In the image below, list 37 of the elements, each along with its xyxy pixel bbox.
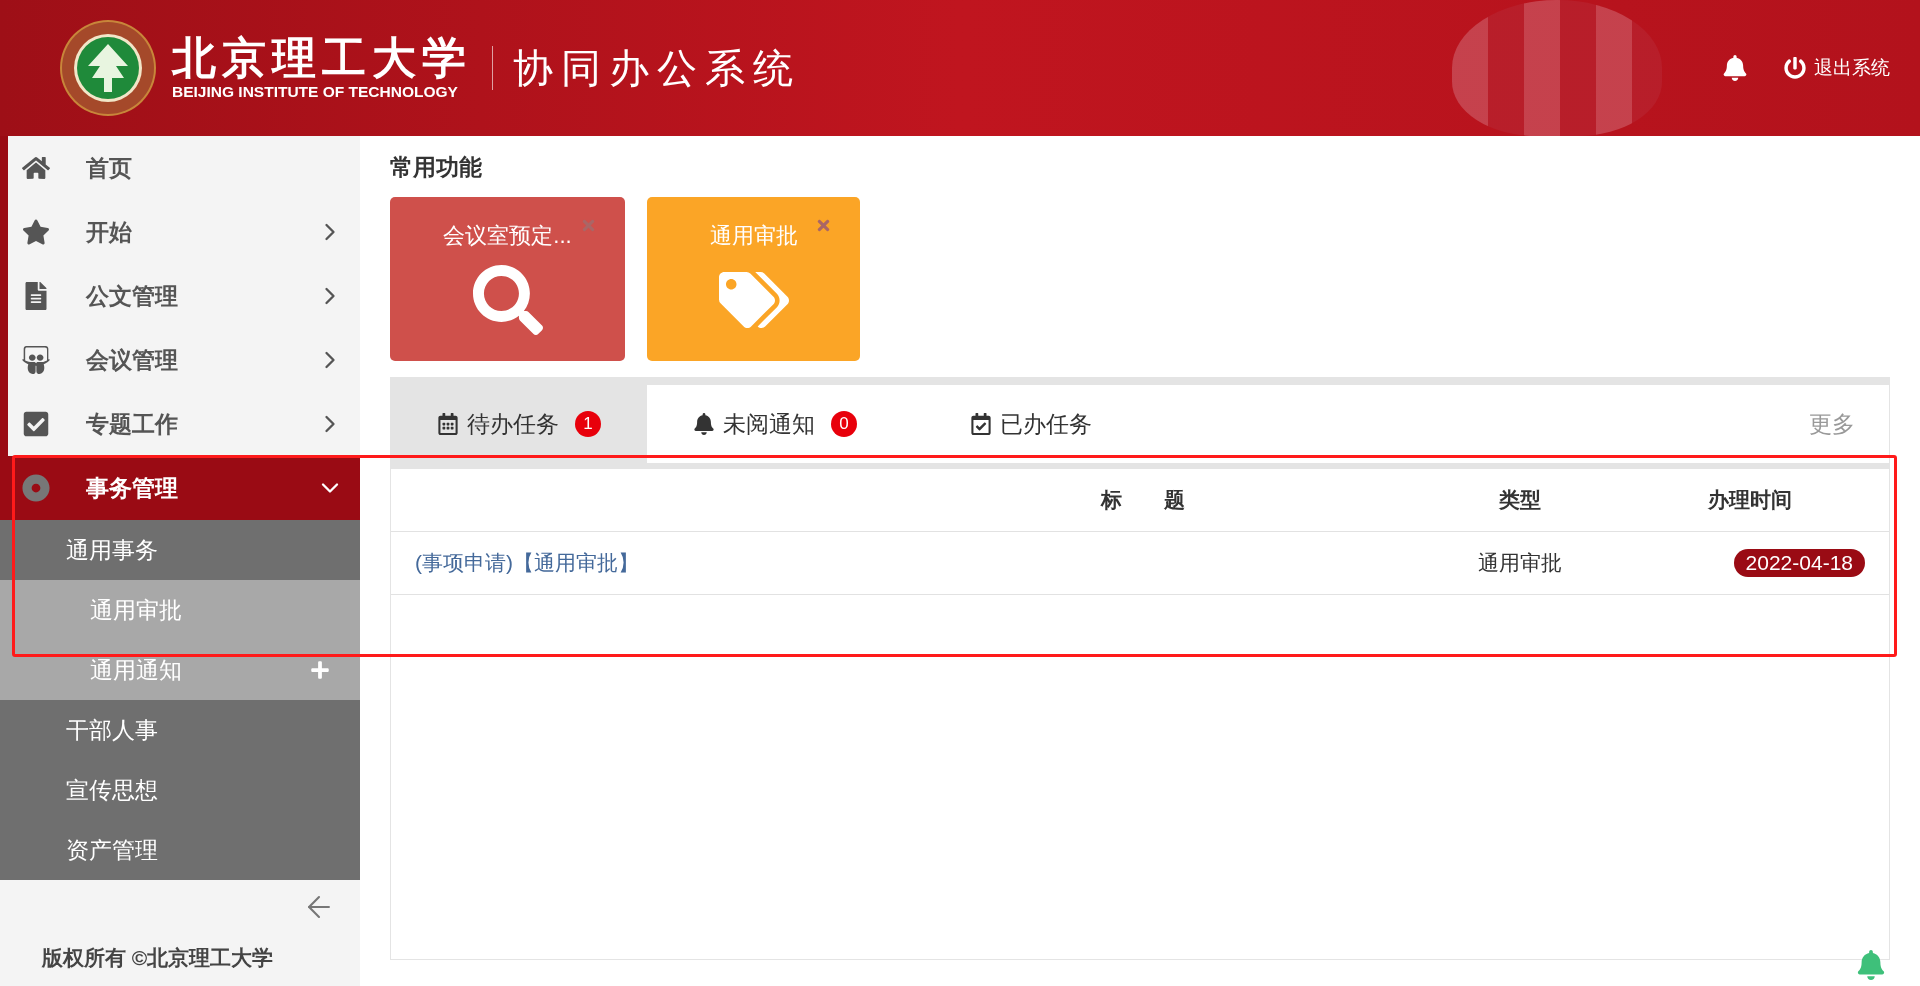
tab-label: 未阅通知 <box>723 409 815 439</box>
count-badge: 1 <box>575 411 601 437</box>
menu-icon <box>22 474 50 502</box>
sidebar-item[interactable]: 事务管理 <box>0 456 360 520</box>
system-title: 协同办公系统 <box>513 44 801 93</box>
power-icon <box>1784 57 1806 79</box>
column-header: 标 题 <box>1099 487 1186 513</box>
school-name-en: BEIJING INSTITUTE OF TECHNOLOGY <box>172 83 459 102</box>
task-title-link[interactable]: (事项申请)【通用审批】 <box>415 551 639 574</box>
table-cell-text: 通用审批 <box>1477 550 1563 576</box>
sidebar-subitem[interactable]: 资产管理 <box>0 820 360 880</box>
count-badge: 0 <box>831 411 857 437</box>
column-header: 办理时间 <box>1707 487 1793 513</box>
column-header: 类型 <box>1498 487 1542 513</box>
logout-link[interactable]: 退出系统 <box>1784 55 1890 81</box>
sidebar-subitem[interactable]: 宣传思想 <box>0 760 360 820</box>
school-name: 北京理工大学 <box>172 34 472 84</box>
menu-icon <box>22 410 50 438</box>
close-icon[interactable] <box>815 217 832 234</box>
sidebar-subitem[interactable]: 干部人事 <box>0 700 360 760</box>
sidebar-subitem[interactable]: 通用事务 <box>0 520 360 580</box>
plus-icon <box>310 660 330 680</box>
menu-icon <box>22 346 50 374</box>
shortcut-tile[interactable]: 会议室预定... <box>390 197 625 361</box>
copyright-text: 版权所有 ©北京理工大学 <box>41 945 275 971</box>
menu-icon <box>22 154 50 182</box>
calendar-check-icon <box>970 413 992 435</box>
menu-icon <box>22 218 50 246</box>
section-title: 常用功能 <box>390 153 483 182</box>
bell-icon[interactable] <box>1722 55 1748 81</box>
tab-label: 待办任务 <box>467 409 559 439</box>
bell-icon <box>693 413 715 435</box>
search-icon <box>472 265 543 335</box>
calendar-icon <box>437 413 459 435</box>
tab-label: 已办任务 <box>1000 409 1092 439</box>
date-tag: 2022-04-18 <box>1733 549 1865 577</box>
tab[interactable]: 待办任务 1 <box>391 385 647 463</box>
